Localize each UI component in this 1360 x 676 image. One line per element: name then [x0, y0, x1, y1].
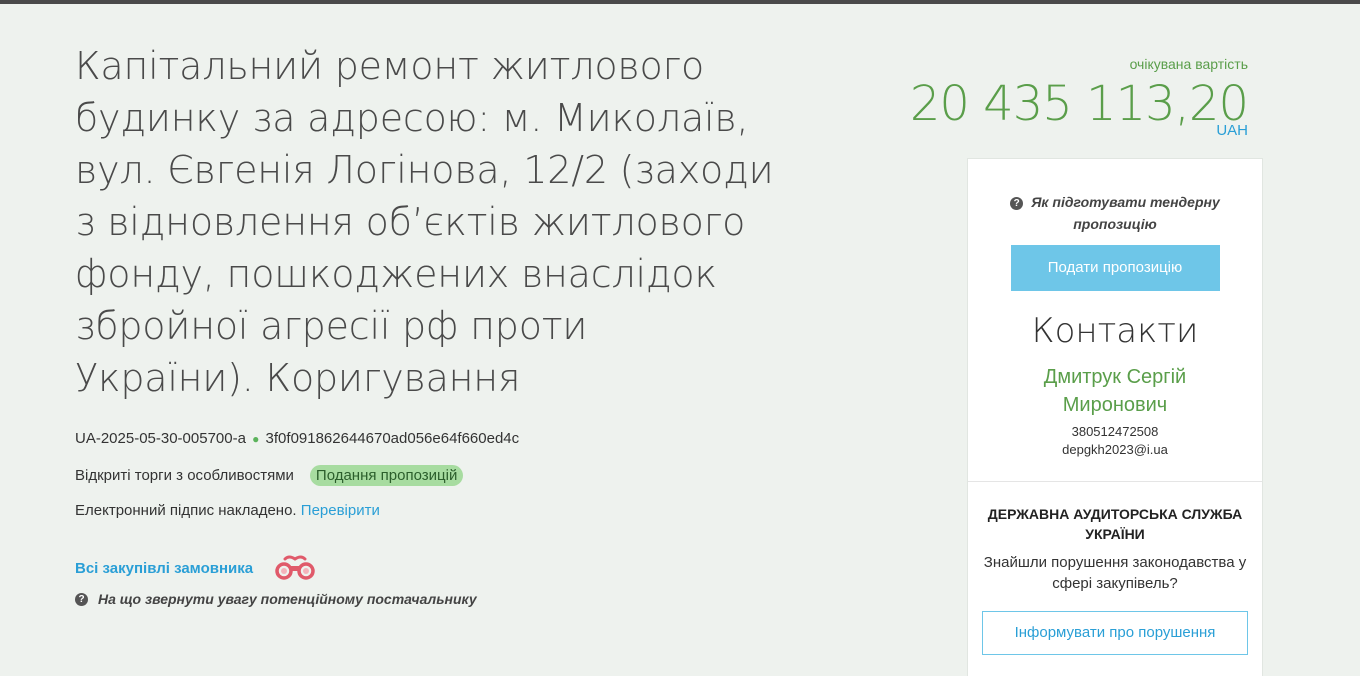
- contact-name: Дмитрук Сергій Миронович: [1043, 366, 1187, 416]
- supplier-hint-text: На що звернути увагу потенційному постач…: [98, 591, 477, 607]
- all-purchases-row: Всі закупівлі замовника: [75, 555, 775, 581]
- contact-email: depgkh2023@i.ua: [1062, 442, 1168, 457]
- procedure-row: Відкриті торги з особливостями Подання п…: [75, 465, 775, 486]
- dasu-text: Знайшли порушення законодавства у сфері …: [983, 554, 1247, 592]
- status-badge: Подання пропозицій: [309, 465, 464, 486]
- report-violation-button[interactable]: Інформувати про порушення: [982, 611, 1248, 655]
- divider: [968, 481, 1262, 482]
- tender-hash: 3f0f091862644670ad056e64f660ed4c: [265, 430, 520, 447]
- tender-title: Капітальний ремонт житлового будинку за …: [75, 44, 774, 400]
- contact-phone: 380512472508: [1071, 424, 1159, 439]
- contacts-title: Контакти: [1031, 311, 1199, 351]
- expected-value: очікувана вартість 20 435 113,20 UAH: [909, 56, 1249, 139]
- tender-ids: UA-2025-05-30-005700-a ● 3f0f09186264467…: [75, 430, 775, 447]
- tender-id: UA-2025-05-30-005700-a: [75, 430, 246, 447]
- binoculars-icon[interactable]: [271, 555, 319, 581]
- sidebar-card: ? Як підготувати тендерну пропозицію Пода…: [967, 158, 1263, 676]
- verify-signature-link[interactable]: Перевірити: [301, 502, 380, 519]
- expected-value-amount: 20 435 113,20: [909, 76, 1249, 132]
- tender-main: Капітальний ремонт житлового будинку за …: [75, 40, 775, 607]
- how-to-prepare-link[interactable]: ? Як підготувати тендерну пропозицію: [968, 191, 1262, 235]
- dasu-title: ДЕРЖАВНА АУДИТОРСЬКА СЛУЖБА УКРАЇНИ: [987, 506, 1243, 542]
- expected-value-label: очікувана вартість: [1129, 56, 1248, 72]
- how-to-prepare-text: Як підготувати тендерну пропозицію: [1031, 194, 1220, 232]
- supplier-hint[interactable]: ? На що звернути увагу потенційному пост…: [75, 591, 775, 607]
- question-icon: ?: [75, 592, 88, 606]
- procedure-type: Відкриті торги з особливостями: [75, 467, 294, 484]
- signature-row: Електронний підпис накладено. Перевірити: [75, 502, 775, 519]
- question-icon: ?: [1010, 197, 1024, 210]
- top-bar: [0, 0, 1360, 4]
- dot-separator-icon: ●: [252, 432, 260, 446]
- signature-text: Електронний підпис накладено.: [75, 502, 297, 519]
- all-purchases-link[interactable]: Всі закупівлі замовника: [75, 560, 253, 577]
- submit-proposal-button[interactable]: Подати пропозицію: [1010, 245, 1220, 291]
